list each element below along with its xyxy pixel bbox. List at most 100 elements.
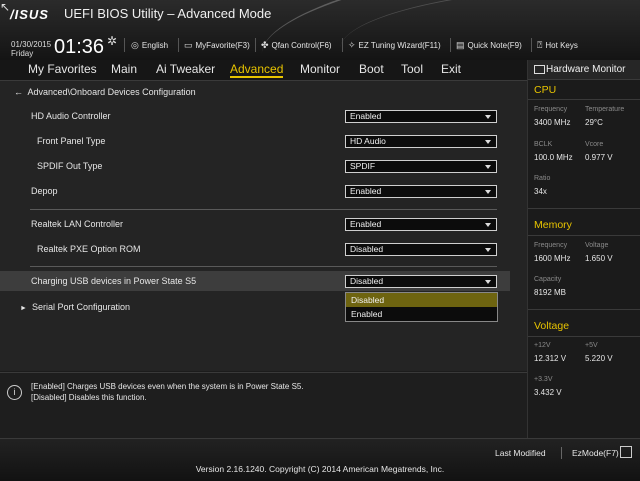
cpu-temperature-label: Temperature: [585, 106, 625, 113]
chevron-down-icon: [485, 140, 491, 144]
cpu-frequency-value: 3400 MHz: [534, 118, 571, 127]
wand-icon: ✧: [348, 40, 356, 50]
memory-section-title: Memory: [534, 219, 572, 231]
voltage-section-title: Voltage: [534, 320, 570, 332]
voltage-5v-label: +5V: [585, 342, 598, 349]
hardware-monitor-panel: Hardware Monitor CPU Frequency Temperatu…: [527, 60, 640, 438]
toolbar-divider: [450, 38, 451, 52]
chevron-down-icon: [485, 223, 491, 227]
section-divider: [528, 99, 640, 100]
breadcrumb[interactable]: ← Advanced\Onboard Devices Configuration: [14, 87, 196, 97]
language-button[interactable]: ◎ English: [131, 40, 168, 51]
dropdown-options-list: Disabled Enabled: [345, 292, 498, 322]
toolbar-divider: [178, 38, 179, 52]
hot-keys-button[interactable]: ⍰ Hot Keys: [537, 40, 578, 51]
section-divider: [528, 336, 640, 337]
dropdown-option-disabled[interactable]: Disabled: [346, 293, 497, 307]
tab-exit[interactable]: Exit: [441, 62, 461, 76]
section-divider: [30, 266, 497, 267]
myfavorite-button[interactable]: ▭ MyFavorite(F3): [184, 40, 250, 51]
cpu-vcore-value: 0.977 V: [585, 153, 613, 162]
memory-capacity-label: Capacity: [534, 276, 562, 283]
monitor-icon: ▭: [184, 40, 193, 50]
clock-time[interactable]: 01:36: [54, 36, 104, 59]
cpu-frequency-label: Frequency: [534, 106, 568, 113]
front-panel-type-dropdown[interactable]: HD Audio: [345, 135, 497, 148]
realtek-lan-controller-dropdown[interactable]: Enabled: [345, 218, 497, 231]
voltage-5v-value: 5.220 V: [585, 354, 613, 363]
cpu-ratio-label: Ratio: [534, 175, 551, 182]
fan-icon: ✤: [261, 40, 269, 50]
cpu-vcore-label: Vcore: [585, 141, 604, 148]
chevron-down-icon: [485, 190, 491, 194]
cpu-section-title: CPU: [534, 84, 557, 96]
cpu-temperature-value: 29°C: [585, 118, 603, 127]
depop-dropdown[interactable]: Enabled: [345, 185, 497, 198]
globe-icon: ◎: [131, 40, 139, 50]
cpu-ratio-value: 34x: [534, 187, 547, 196]
asus-logo: /ISUS: [10, 7, 49, 22]
footer-divider: [561, 447, 562, 459]
exit-icon[interactable]: [620, 446, 632, 458]
section-divider: [30, 209, 497, 210]
version-text: Version 2.16.1240. Copyright (C) 2014 Am…: [195, 464, 445, 474]
setting-label: Charging USB devices in Power State S5: [31, 276, 197, 286]
setting-label: Realtek LAN Controller: [31, 219, 124, 229]
help-text-line: [Disabled] Disables this function.: [31, 393, 147, 402]
memory-voltage-value: 1.650 V: [585, 254, 613, 263]
ez-mode-button[interactable]: EzMode(F7): [572, 448, 619, 458]
tab-main[interactable]: Main: [111, 62, 137, 76]
info-icon: i: [7, 385, 22, 400]
day-text: Friday: [11, 49, 34, 58]
header-bar: ↖ /ISUS UEFI BIOS Utility – Advanced Mod…: [0, 0, 640, 60]
ez-tuning-wizard-button[interactable]: ✧ EZ Tuning Wizard(F11): [348, 40, 441, 51]
chevron-right-icon: ►: [20, 305, 27, 312]
tab-my-favorites[interactable]: My Favorites: [28, 62, 97, 76]
setting-label: Realtek PXE Option ROM: [37, 244, 141, 254]
toolbar-divider: [255, 38, 256, 52]
memory-capacity-value: 8192 MB: [534, 288, 567, 297]
tab-ai-tweaker[interactable]: Ai Tweaker: [156, 62, 215, 76]
tab-monitor[interactable]: Monitor: [300, 62, 340, 76]
app-title: UEFI BIOS Utility – Advanced Mode: [64, 6, 272, 21]
serial-port-configuration-link[interactable]: ► Serial Port Configuration: [20, 302, 130, 312]
chevron-down-icon: [485, 248, 491, 252]
voltage-33v-value: 3.432 V: [534, 388, 562, 397]
back-arrow-icon[interactable]: ←: [14, 87, 23, 97]
chevron-down-icon: [485, 280, 491, 284]
tab-advanced[interactable]: Advanced: [230, 62, 284, 78]
quick-note-button[interactable]: ▤ Quick Note(F9): [456, 40, 522, 51]
footer-bar: Last Modified EzMode(F7) Version 2.16.12…: [0, 438, 640, 481]
section-divider: [528, 309, 640, 310]
toolbar-divider: [124, 38, 125, 52]
section-divider: [528, 208, 640, 209]
setting-label: SPDIF Out Type: [37, 161, 103, 171]
toolbar-divider: [531, 38, 532, 52]
question-icon: ⍰: [537, 40, 543, 50]
charging-usb-s5-dropdown[interactable]: Disabled: [345, 275, 497, 288]
last-modified-button[interactable]: Last Modified: [495, 448, 546, 458]
monitor-icon: [534, 65, 545, 74]
mouse-cursor-icon: ↖: [0, 0, 11, 14]
voltage-12v-label: +12V: [534, 342, 551, 349]
section-divider: [528, 235, 640, 236]
hd-audio-controller-dropdown[interactable]: Enabled: [345, 110, 497, 123]
setting-label: Depop: [31, 186, 58, 196]
voltage-12v-value: 12.312 V: [534, 354, 567, 363]
dropdown-option-enabled[interactable]: Enabled: [346, 307, 497, 321]
setting-label: HD Audio Controller: [31, 111, 111, 121]
setting-label: Front Panel Type: [37, 136, 106, 146]
cpu-bclk-value: 100.0 MHz: [534, 153, 573, 162]
spdif-out-type-dropdown[interactable]: SPDIF: [345, 160, 497, 173]
cpu-bclk-label: BCLK: [534, 141, 553, 148]
qfan-control-button[interactable]: ✤ Qfan Control(F6): [261, 40, 332, 51]
toolbar-divider: [342, 38, 343, 52]
gear-icon[interactable]: ✲: [107, 34, 117, 48]
help-text-line: [Enabled] Charges USB devices even when …: [31, 382, 304, 391]
chevron-down-icon: [485, 165, 491, 169]
note-icon: ▤: [456, 40, 465, 50]
tab-boot[interactable]: Boot: [359, 62, 384, 76]
hardware-monitor-title: Hardware Monitor: [546, 64, 626, 75]
tab-tool[interactable]: Tool: [401, 62, 423, 76]
realtek-pxe-option-rom-dropdown[interactable]: Disabled: [345, 243, 497, 256]
